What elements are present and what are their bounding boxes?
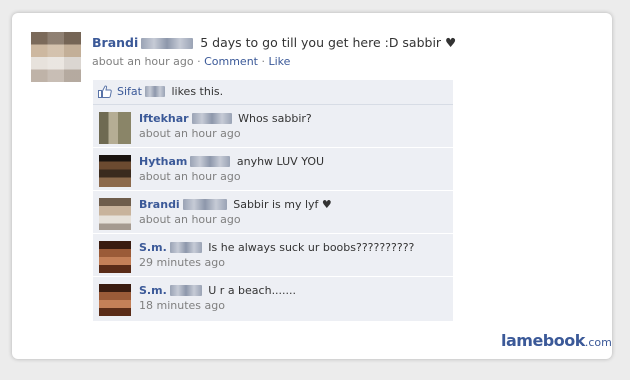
comment-item: Iftekhar Whos sabbir? about an hour ago bbox=[93, 105, 453, 148]
avatar[interactable] bbox=[99, 241, 131, 273]
like-link[interactable]: Like bbox=[269, 55, 291, 68]
avatar[interactable] bbox=[99, 155, 131, 187]
comment-text: Hytham anyhw LUV YOU about an hour ago bbox=[139, 154, 324, 184]
comment-text: Iftekhar Whos sabbir? about an hour ago bbox=[139, 111, 312, 141]
comment-author[interactable]: S.m. bbox=[139, 284, 167, 297]
comment-timestamp: 18 minutes ago bbox=[139, 299, 225, 312]
redacted-surname bbox=[141, 38, 194, 49]
comment-timestamp: 29 minutes ago bbox=[139, 256, 225, 269]
comment-item: Hytham anyhw LUV YOU about an hour ago bbox=[93, 148, 453, 191]
thumbs-up-icon bbox=[98, 85, 112, 98]
lamebook-logo: lamebook.com bbox=[501, 331, 612, 350]
comment-body: anyhw LUV YOU bbox=[236, 155, 325, 168]
post-message-line: Brandi 5 days to go till you get here :D… bbox=[92, 35, 602, 51]
comment-item: S.m. U r a beach....... 18 minutes ago bbox=[93, 277, 453, 321]
comment-body: U r a beach....... bbox=[208, 284, 297, 297]
comment-author[interactable]: Hytham bbox=[139, 155, 187, 168]
comment-body: Sabbir is my lyf ♥ bbox=[233, 198, 332, 211]
redacted-surname bbox=[191, 113, 232, 124]
likes-text: Sifat likes this. bbox=[117, 80, 223, 104]
avatar[interactable] bbox=[31, 32, 81, 82]
comment-text: S.m. U r a beach....... 18 minutes ago bbox=[139, 283, 296, 313]
avatar[interactable] bbox=[99, 284, 131, 316]
comment-item: S.m. Is he always suck ur boobs?????????… bbox=[93, 234, 453, 277]
liker-name[interactable]: Sifat bbox=[117, 85, 142, 98]
likes-suffix: likes this. bbox=[171, 85, 224, 98]
comment-timestamp: about an hour ago bbox=[139, 170, 241, 183]
comment-text: Brandi Sabbir is my lyf ♥ about an hour … bbox=[139, 197, 332, 227]
avatar[interactable] bbox=[99, 112, 131, 144]
redacted-surname bbox=[169, 285, 202, 296]
post-timestamp[interactable]: about an hour ago bbox=[92, 55, 194, 68]
post-body: Brandi 5 days to go till you get here :D… bbox=[92, 35, 602, 69]
redacted-surname bbox=[169, 242, 202, 253]
redacted-surname bbox=[182, 199, 227, 210]
logo-name: lamebook bbox=[501, 331, 585, 350]
comment-link[interactable]: Comment bbox=[204, 55, 258, 68]
post-author-name[interactable]: Brandi bbox=[92, 35, 138, 50]
avatar[interactable] bbox=[99, 198, 131, 230]
likes-bar: Sifat likes this. bbox=[93, 80, 453, 105]
post-message: 5 days to go till you get here :D sabbir… bbox=[200, 35, 457, 50]
post-meta: about an hour ago · Comment · Like bbox=[92, 54, 602, 69]
comment-body: Whos sabbir? bbox=[238, 112, 312, 125]
comment-body: Is he always suck ur boobs?????????? bbox=[208, 241, 415, 254]
redacted-surname bbox=[190, 156, 231, 167]
redacted-surname bbox=[144, 86, 165, 97]
meta-separator: · bbox=[197, 55, 201, 68]
comment-author[interactable]: Iftekhar bbox=[139, 112, 189, 125]
comment-timestamp: about an hour ago bbox=[139, 127, 241, 140]
post-card: Brandi 5 days to go till you get here :D… bbox=[12, 13, 612, 359]
comment-timestamp: about an hour ago bbox=[139, 213, 241, 226]
comment-author[interactable]: Brandi bbox=[139, 198, 180, 211]
comment-author[interactable]: S.m. bbox=[139, 241, 167, 254]
comment-item: Brandi Sabbir is my lyf ♥ about an hour … bbox=[93, 191, 453, 234]
comment-text: S.m. Is he always suck ur boobs?????????… bbox=[139, 240, 414, 270]
meta-separator: · bbox=[261, 55, 266, 68]
logo-domain: .com bbox=[584, 336, 612, 349]
